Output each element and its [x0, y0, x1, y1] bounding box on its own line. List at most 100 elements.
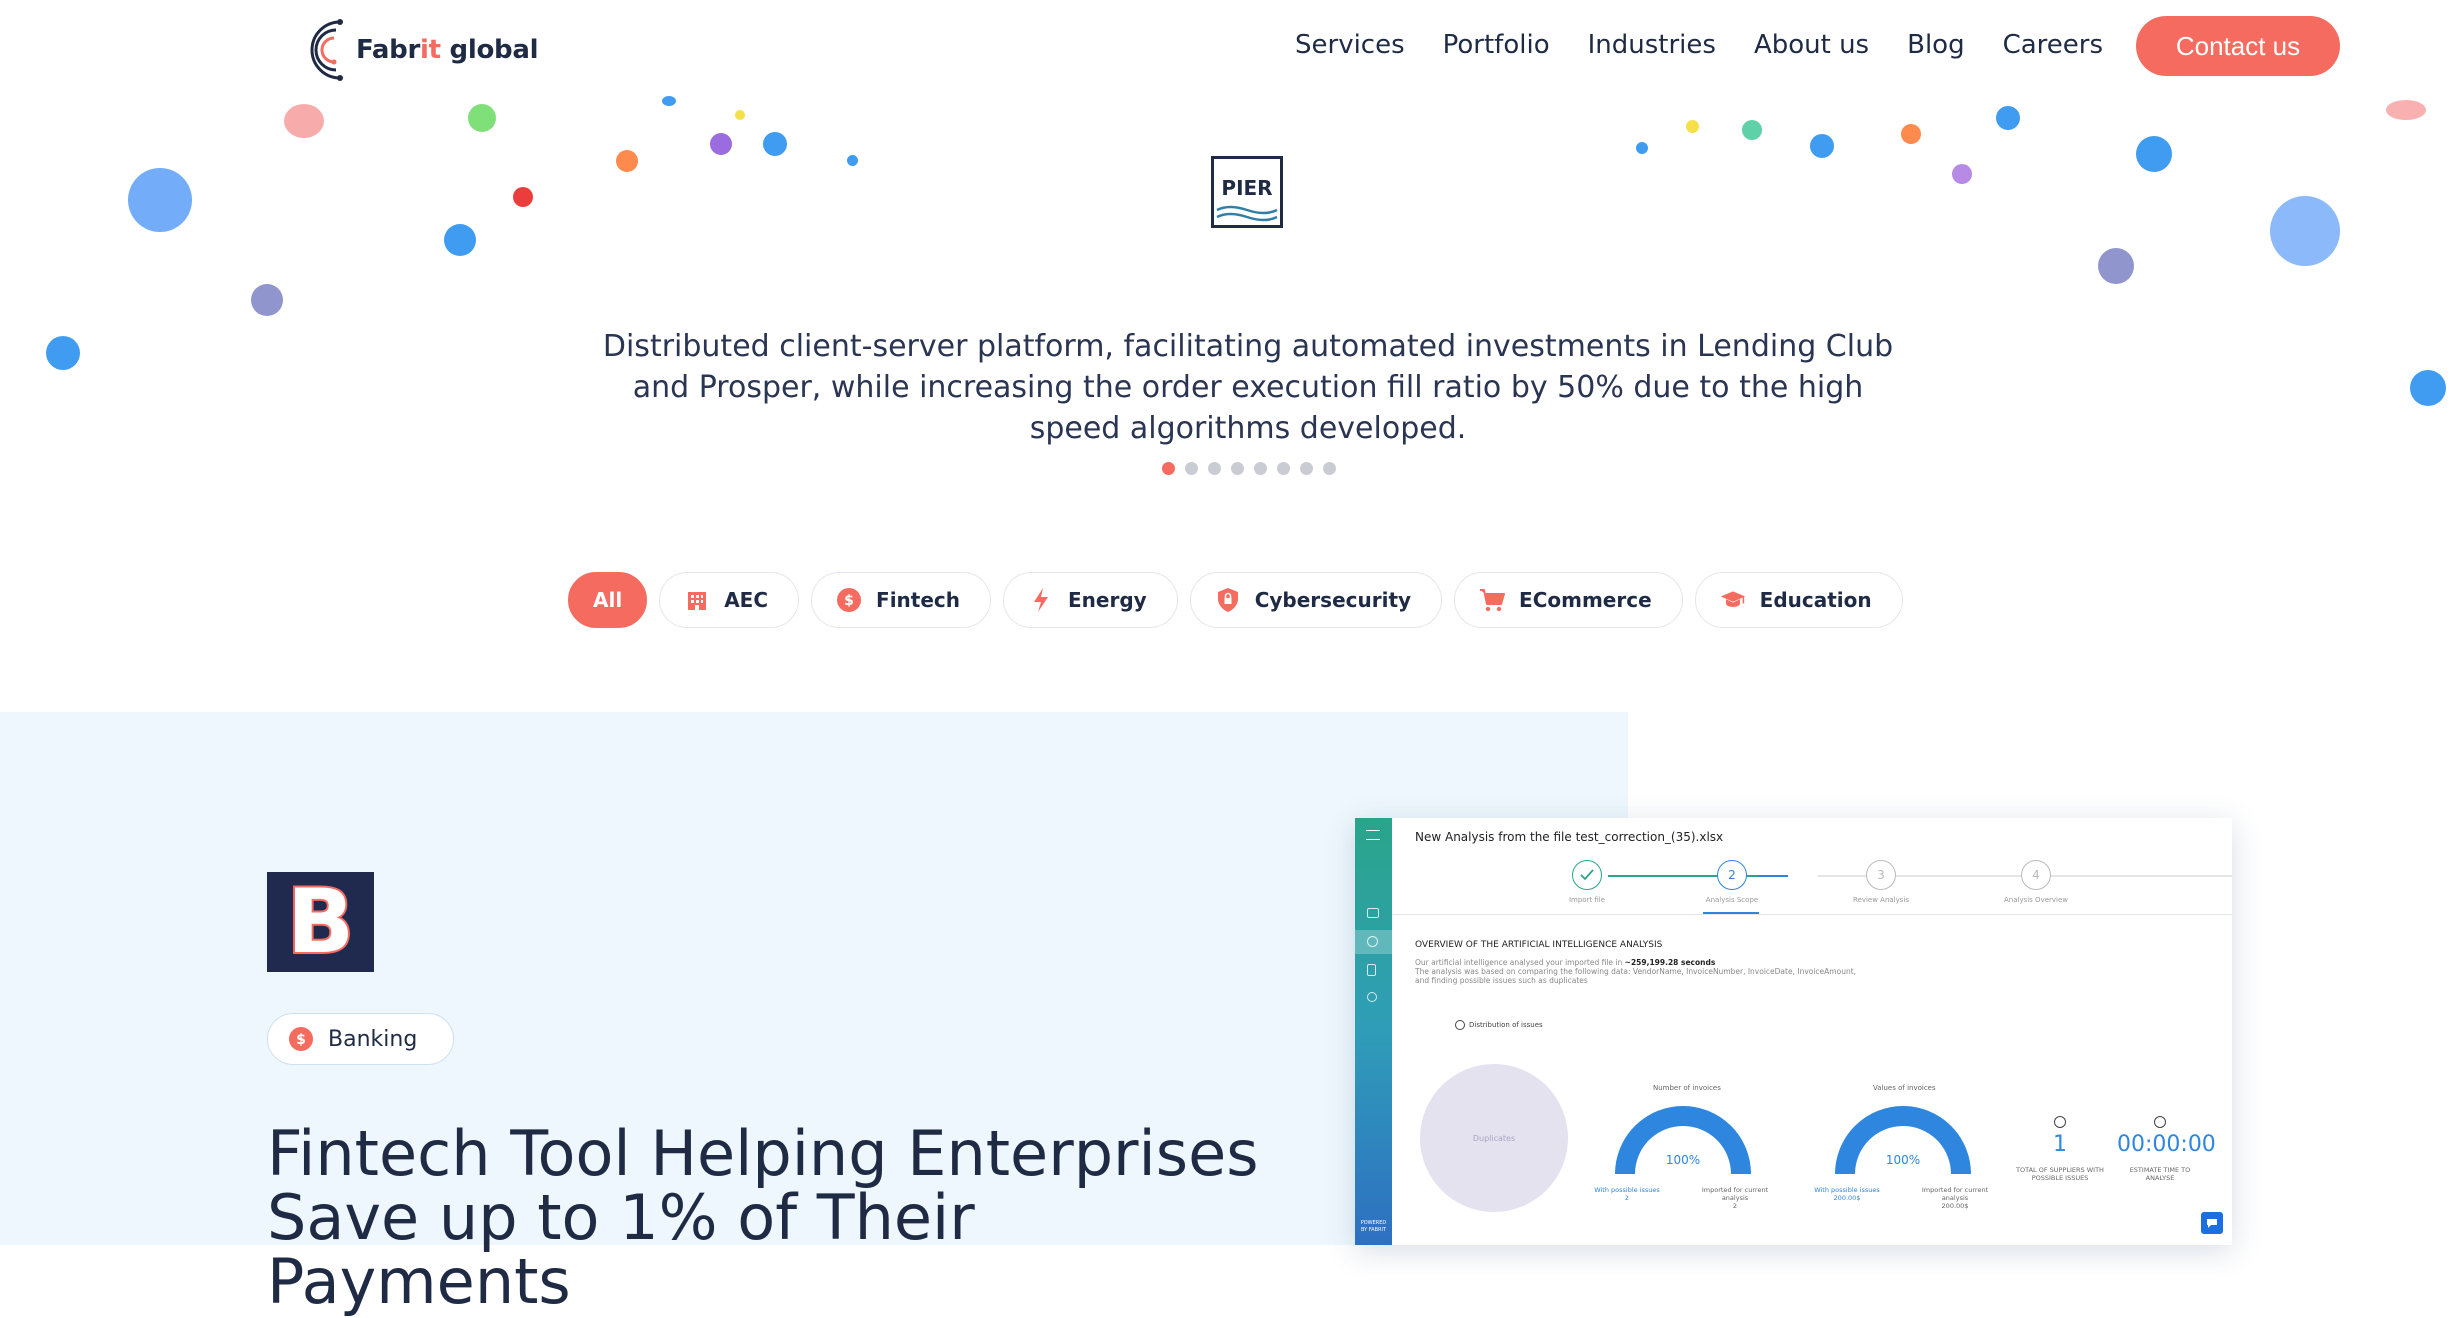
decor-bubble [2410, 370, 2446, 406]
carousel-dot[interactable] [1277, 462, 1290, 475]
decor-bubble [1996, 106, 2020, 130]
carousel-dot[interactable] [1185, 462, 1198, 475]
case-brand-logo: B [267, 872, 374, 972]
carousel-dot[interactable] [1254, 462, 1267, 475]
decor-bubble [763, 132, 787, 156]
decor-bubble [1810, 134, 1834, 158]
building-icon [684, 587, 710, 613]
filter-fintech[interactable]: $ Fintech [811, 572, 992, 628]
decor-bubble [128, 168, 192, 232]
nav-careers[interactable]: Careers [2003, 30, 2103, 60]
gauge2-title: Values of invoices [1873, 1084, 1936, 1092]
shield-icon [1215, 587, 1241, 613]
nav-industries[interactable]: Industries [1588, 30, 1716, 60]
kpi-suppliers-value: 1 [2053, 1132, 2067, 1157]
industry-tag-banking[interactable]: $ Banking [267, 1013, 455, 1065]
gauge2-chart [1835, 1106, 1971, 1175]
clock-icon [2154, 1116, 2166, 1128]
nav-portfolio[interactable]: Portfolio [1443, 30, 1550, 60]
carousel-dot[interactable] [1231, 462, 1244, 475]
grid-icon [1367, 908, 1379, 918]
menu-icon [1366, 830, 1380, 840]
step-2-current[interactable]: 2 [1717, 860, 1747, 890]
sidebar-footer: POWERED BY FABRIT [1360, 1220, 1387, 1233]
decor-bubble [513, 187, 533, 207]
decor-bubble [847, 155, 858, 166]
step-label: Analysis Scope [1705, 896, 1759, 904]
fabrit-logo-mark-icon [310, 19, 343, 81]
main-nav: Services Portfolio Industries About us B… [1295, 30, 2141, 60]
cart-icon [1479, 587, 1506, 613]
nav-about-us[interactable]: About us [1754, 30, 1869, 60]
filter-cybersecurity[interactable]: Cybersecurity [1189, 572, 1443, 628]
gauge2-left-label: With possible issues 200.00$ [1814, 1186, 1880, 1202]
case-title-line2: Save up to 1% of Their Payments [267, 1181, 975, 1318]
globe-icon [2054, 1116, 2066, 1128]
gauge1-left-label: With possible issues 2 [1594, 1186, 1660, 1202]
gauge1-right-label: Imported for current analysis 2 [1701, 1186, 1769, 1210]
pie-title: Distribution of issues [1455, 1020, 1543, 1030]
decor-bubble [251, 284, 283, 316]
filter-label: ECommerce [1519, 588, 1652, 612]
circle-icon [1367, 936, 1378, 947]
carousel-dot-active[interactable] [1162, 462, 1175, 475]
fabrit-logo[interactable]: Fabrit global [306, 16, 538, 84]
decor-bubble [1686, 120, 1699, 133]
gauge1-value: 100% [1665, 1153, 1701, 1167]
step-label: Import file [1568, 896, 1606, 904]
filter-label: Fintech [876, 588, 961, 612]
product-screenshot: POWERED BY FABRIT New Analysis from the … [1355, 818, 2232, 1245]
decor-bubble [1636, 142, 1648, 154]
filter-label: Energy [1068, 588, 1147, 612]
decor-bubble [46, 336, 80, 370]
decor-bubble [662, 96, 676, 106]
clock-icon [1455, 1020, 1465, 1030]
filter-ecommerce[interactable]: ECommerce [1454, 572, 1683, 628]
filter-education[interactable]: Education [1694, 572, 1903, 628]
stepper-divider [1392, 914, 2232, 915]
overview-text: Our artificial intelligence analysed you… [1415, 958, 1857, 985]
kpi-suppliers-label: TOTAL OF SUPPLIERS WITH POSSIBLE ISSUES [2016, 1166, 2104, 1182]
site-header: Fabrit global Services Portfolio Industr… [0, 0, 2455, 100]
filter-label: All [593, 588, 623, 612]
dollar-icon: $ [836, 587, 862, 613]
carousel-dots [1162, 462, 1336, 475]
carousel-dot[interactable] [1208, 462, 1221, 475]
user-icon [1367, 992, 1377, 1002]
file-icon [1367, 964, 1376, 976]
filter-label: Education [1759, 588, 1872, 612]
decor-bubble [1901, 124, 1921, 144]
pier-logo-text: PIER [1221, 176, 1273, 200]
decor-bubble [710, 133, 732, 155]
carousel-dot[interactable] [1300, 462, 1313, 475]
decor-bubble [2136, 136, 2172, 172]
svg-text:$: $ [296, 1032, 306, 1048]
gauge1-title: Number of invoices [1653, 1084, 1721, 1092]
step-1-done[interactable] [1572, 860, 1602, 890]
filter-all[interactable]: All [568, 572, 648, 628]
nav-blog[interactable]: Blog [1907, 30, 1964, 60]
filter-label: AEC [724, 588, 769, 612]
decor-bubble [468, 104, 496, 132]
gauge2-value: 100% [1885, 1153, 1921, 1167]
decor-bubble [2270, 196, 2340, 266]
contact-us-button[interactable]: Contact us [2136, 16, 2340, 76]
step-3[interactable]: 3 [1866, 860, 1896, 890]
filter-aec[interactable]: AEC [659, 572, 800, 628]
chat-icon[interactable] [2201, 1212, 2223, 1234]
decor-bubble [2098, 248, 2134, 284]
analysis-title: New Analysis from the file test_correcti… [1415, 830, 1724, 844]
client-logo-pier: PIER [1211, 156, 1283, 228]
svg-text:$: $ [844, 593, 854, 609]
dollar-icon: $ [288, 1026, 314, 1052]
decor-bubble [444, 224, 476, 256]
step-label: Review Analysis [1852, 896, 1910, 904]
graduation-cap-icon [1720, 587, 1746, 613]
step-4[interactable]: 4 [2021, 860, 2051, 890]
lightning-icon [1028, 587, 1054, 613]
nav-services[interactable]: Services [1295, 30, 1405, 60]
filter-energy[interactable]: Energy [1003, 572, 1178, 628]
case-title[interactable]: Fintech Tool Helping Enterprises Save up… [267, 1122, 1267, 1314]
carousel-dot[interactable] [1323, 462, 1336, 475]
tag-label: Banking [328, 1026, 418, 1052]
